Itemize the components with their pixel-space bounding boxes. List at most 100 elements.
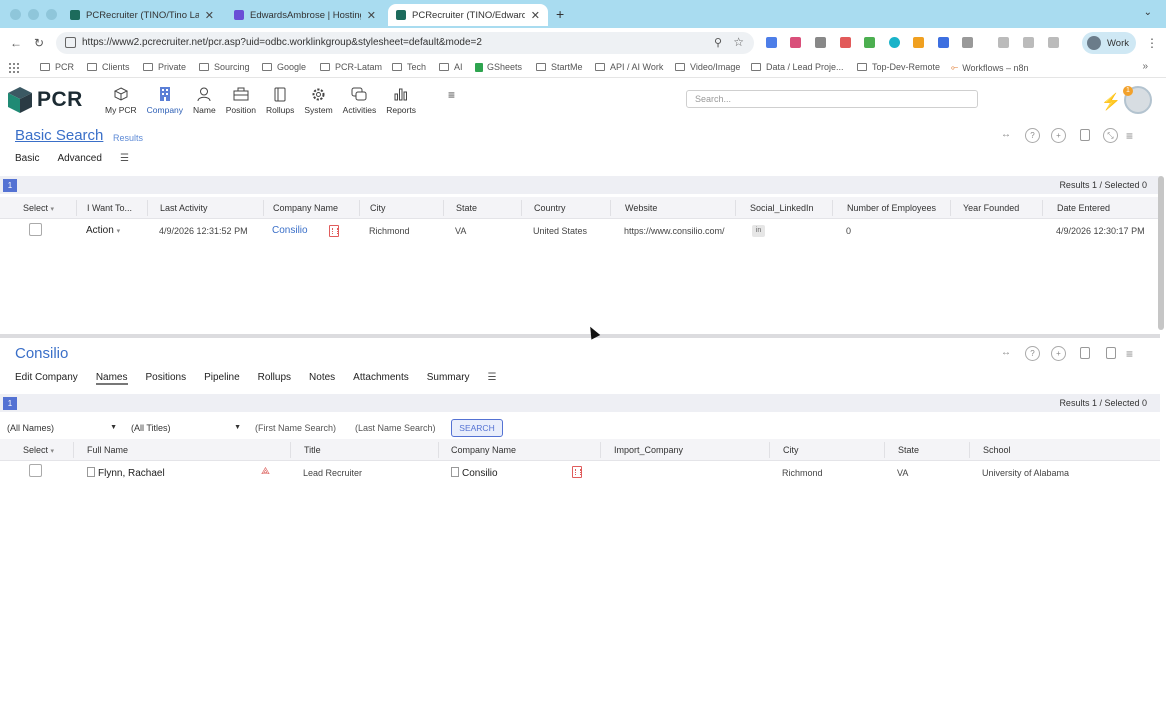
global-search-input[interactable]: Search... — [686, 90, 978, 108]
last-name-search-input[interactable]: (Last Name Search) — [355, 423, 436, 433]
add-icon[interactable]: + — [1051, 346, 1066, 361]
tabs-menu-icon[interactable]: ☰ — [488, 372, 497, 385]
tab-basic[interactable]: Basic — [15, 153, 39, 164]
col-date-entered[interactable]: Date Entered — [1057, 203, 1110, 213]
extension-icon[interactable] — [913, 37, 924, 48]
extension-icon[interactable] — [815, 37, 826, 48]
all-titles-select[interactable]: (All Titles) ▼ — [127, 421, 245, 437]
col-city[interactable]: City — [370, 203, 386, 213]
bookmark-folder[interactable]: Video/Image — [675, 62, 740, 72]
bookmark-folder[interactable]: Data / Lead Proje... — [751, 62, 844, 72]
pcr-logo[interactable]: PCR — [7, 86, 83, 114]
extension-icon[interactable] — [790, 37, 801, 48]
extension-icon[interactable] — [1048, 37, 1059, 48]
bookmark-folder[interactable]: Sourcing — [199, 62, 250, 72]
col-year-founded[interactable]: Year Founded — [963, 203, 1019, 213]
bookmark-folder[interactable]: PCR — [40, 62, 74, 72]
tab-names[interactable]: Names — [95, 372, 128, 385]
browser-tab-2[interactable]: EdwardsAmbrose | Hostinger ✕ — [226, 4, 384, 26]
col-social-linkedin[interactable]: Social_LinkedIn — [750, 203, 814, 213]
tab-edit-company[interactable]: Edit Company — [15, 372, 78, 385]
download-icon[interactable] — [998, 37, 1009, 48]
nav-company[interactable]: Company — [142, 85, 188, 115]
col-number-of-employees[interactable]: Number of Employees — [847, 203, 936, 213]
notification-badge[interactable]: 1 — [1123, 86, 1133, 96]
filter-settings-icon[interactable]: ☰ — [120, 153, 129, 164]
reload-icon[interactable]: ↻ — [34, 36, 44, 50]
company-link[interactable]: Consilio — [451, 467, 498, 479]
bookmark-folder[interactable]: Clients — [87, 62, 130, 72]
split-view-icon[interactable] — [1106, 347, 1116, 359]
close-tab-icon[interactable]: ✕ — [205, 9, 214, 22]
panel-menu-icon[interactable]: ≡ — [1126, 347, 1133, 361]
resume-pdf-icon[interactable]: ⟁ — [261, 466, 274, 477]
panel-splitter[interactable] — [0, 334, 1160, 338]
trash-icon[interactable] — [1023, 37, 1034, 48]
full-name-link[interactable]: Flynn, Rachael — [87, 467, 165, 479]
action-dropdown[interactable]: Action ▾ — [86, 225, 120, 236]
col-company-name[interactable]: Company Name — [451, 445, 516, 455]
row-checkbox[interactable] — [29, 464, 42, 477]
nav-position[interactable]: Position — [221, 85, 261, 115]
bookmark-folder[interactable]: Google — [262, 62, 306, 72]
tab-advanced[interactable]: Advanced — [57, 153, 101, 164]
company-building-icon[interactable] — [572, 466, 582, 478]
col-last-activity[interactable]: Last Activity — [160, 203, 208, 213]
extension-icon[interactable] — [766, 37, 777, 48]
bookmark-star-icon[interactable]: ☆ — [733, 35, 744, 49]
more-bookmarks-icon[interactable]: » — [1142, 61, 1148, 72]
nav-rollups[interactable]: Rollups — [261, 85, 299, 115]
company-building-icon[interactable] — [329, 225, 339, 237]
zoom-icon[interactable]: ⚲ — [714, 36, 722, 49]
document-view-icon[interactable] — [1080, 347, 1090, 359]
extension-icon[interactable] — [889, 37, 900, 48]
extensions-puzzle-icon[interactable] — [962, 37, 973, 48]
nav-menu-icon[interactable]: ≡ — [448, 88, 455, 102]
col-state[interactable]: State — [456, 203, 477, 213]
col-select[interactable]: Select ▾ — [23, 203, 54, 213]
tab-attachments[interactable]: Attachments — [353, 372, 409, 385]
page-number[interactable]: 1 — [3, 397, 17, 410]
col-title[interactable]: Title — [304, 445, 321, 455]
page-number[interactable]: 1 — [3, 179, 17, 192]
collapse-icon[interactable]: ⤡ — [1103, 128, 1118, 143]
new-tab-button[interactable]: + — [556, 6, 564, 22]
col-website[interactable]: Website — [625, 203, 657, 213]
nav-system[interactable]: System — [299, 85, 337, 115]
expand-horizontal-icon[interactable]: ↔ — [1001, 129, 1011, 140]
tab-search-icon[interactable]: ⌄ — [1144, 7, 1152, 18]
extension-icon[interactable] — [864, 37, 875, 48]
linkedin-icon[interactable]: in — [752, 225, 765, 237]
bookmark-link[interactable]: ⟜ Workflows – n8n — [951, 62, 1029, 73]
bookmark-folder[interactable]: AI — [439, 62, 463, 72]
col-i-want-to[interactable]: I Want To... — [87, 203, 132, 213]
back-icon[interactable]: ← — [10, 36, 22, 50]
tab-rollups[interactable]: Rollups — [258, 372, 291, 385]
col-country[interactable]: Country — [534, 203, 566, 213]
extension-icon[interactable] — [840, 37, 851, 48]
extension-icon[interactable] — [938, 37, 949, 48]
first-name-search-input[interactable]: (First Name Search) — [255, 423, 336, 433]
lightning-icon[interactable]: ⚡ — [1101, 92, 1121, 112]
row-checkbox[interactable] — [29, 223, 42, 236]
bookmark-folder[interactable]: Tech — [392, 62, 426, 72]
close-tab-icon[interactable]: ✕ — [531, 9, 540, 22]
all-names-select[interactable]: (All Names) ▼ — [3, 421, 121, 437]
browser-tab-3[interactable]: PCRecruiter (TINO/Edward Ambrose) ✕ — [388, 4, 548, 26]
bookmark-folder[interactable]: StartMe — [536, 62, 583, 72]
scrollbar[interactable] — [1158, 176, 1164, 330]
bookmark-folder[interactable]: API / AI Work — [595, 62, 663, 72]
col-company-name[interactable]: Company Name — [273, 203, 338, 213]
panel-menu-icon[interactable]: ≡ — [1126, 129, 1133, 143]
search-button[interactable]: SEARCH — [451, 419, 503, 437]
col-import-company[interactable]: Import_Company — [614, 445, 683, 455]
help-icon[interactable]: ? — [1025, 346, 1040, 361]
bookmark-folder[interactable]: PCR-Latam — [320, 62, 382, 72]
site-info-icon[interactable] — [65, 37, 76, 48]
nav-reports[interactable]: Reports — [381, 85, 421, 115]
window-controls[interactable] — [10, 9, 57, 20]
profile-button[interactable]: Work — [1082, 32, 1136, 54]
bookmark-folder[interactable]: Private — [143, 62, 186, 72]
col-state[interactable]: State — [898, 445, 919, 455]
results-link[interactable]: Results — [113, 133, 143, 143]
